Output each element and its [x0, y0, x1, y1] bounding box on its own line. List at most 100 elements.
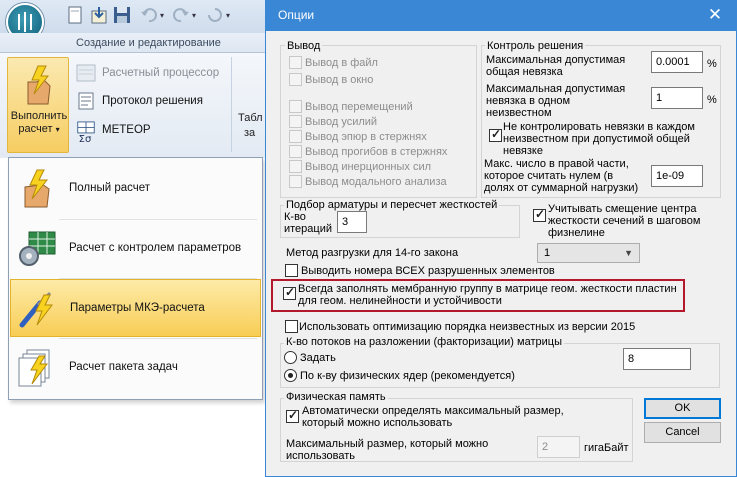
ribbon-item-label: Протокол решения	[102, 95, 203, 107]
dialog-title: Опции	[278, 8, 315, 22]
redo-dropdown-icon[interactable]: ▾	[192, 11, 196, 20]
print-destroyed-elements-checkbox[interactable]	[285, 264, 298, 277]
membrane-group-label: Всегда заполнять мембранную группу в мат…	[298, 283, 677, 307]
optimization-2015-checkbox[interactable]	[285, 320, 298, 333]
ribbon-group-header: Создание и редактирование	[0, 33, 265, 53]
output-inertial-forces-label: Вывод инерционных сил	[305, 161, 432, 173]
menu-item-label: Параметры МКЭ-расчета	[70, 302, 205, 314]
pages-lightning-icon	[18, 349, 50, 387]
screwdriver-lightning-icon	[19, 291, 53, 328]
no-residual-control-checkbox[interactable]	[489, 127, 502, 142]
max-total-residual-label: Максимальная допустимая общая невязка	[486, 54, 626, 78]
unload-method-label: Метод разгрузки для 14-го закона	[286, 247, 459, 259]
no-residual-control-label: Не контролировать невязки в каждом неизв…	[503, 121, 695, 157]
new-document-icon[interactable]	[66, 6, 84, 24]
lightning-hand-icon	[27, 65, 51, 105]
menu-item-full-calculation[interactable]: Полный расчет	[10, 160, 261, 218]
menu-item-label: Расчет пакета задач	[69, 361, 178, 373]
output-bar-deflections-label: Вывод прогибов в стержнях	[305, 146, 448, 158]
output-displacements-label: Вывод перемещений	[305, 101, 413, 113]
undo-dropdown-icon[interactable]: ▾	[160, 11, 164, 20]
percent-sign: %	[707, 58, 717, 70]
output-modal-analysis-label: Вывод модального анализа	[305, 176, 447, 188]
redo-icon[interactable]	[172, 6, 190, 24]
max-single-residual-label: Максимальная допустимая невязка в одном …	[486, 83, 626, 119]
account-shear-center-label: Учитывать смещение центра жесткости сече…	[548, 203, 701, 239]
percent-sign: %	[707, 94, 717, 106]
output-to-window-label: Вывод в окно	[305, 74, 374, 86]
processor-icon	[76, 64, 96, 82]
output-forces-checkbox[interactable]	[289, 115, 302, 128]
output-inertial-forces-checkbox[interactable]	[289, 160, 302, 173]
menu-item-fem-parameters[interactable]: Параметры МКЭ-расчета	[10, 279, 261, 337]
cancel-button[interactable]: Cancel	[644, 422, 721, 443]
application-window: ▾ ▾ ▾ Создание и редактирование Выполнит…	[0, 0, 265, 477]
undo-icon[interactable]	[140, 6, 158, 24]
menu-item-label: Расчет с контролем параметров	[69, 242, 242, 254]
optimization-2015-label: Использовать оптимизацию порядка неизвес…	[299, 321, 636, 333]
tables-label-line1: Табл	[238, 112, 263, 124]
ribbon-item-meteor[interactable]: Σσ МЕТЕОР	[76, 120, 226, 143]
output-to-window-checkbox[interactable]	[289, 73, 302, 86]
run-button-caret: ▾	[55, 125, 60, 134]
gear-table-icon	[19, 231, 56, 266]
ribbon-item-solution-log[interactable]: Протокол решения	[76, 91, 226, 113]
threads-set-label: Задать	[300, 352, 336, 364]
membrane-group-checkbox[interactable]	[283, 285, 296, 300]
save-icon[interactable]	[113, 6, 131, 24]
output-forces-label: Вывод усилий	[305, 116, 378, 128]
menu-item-controlled-calculation[interactable]: Расчет с контролем параметров	[10, 220, 261, 278]
run-calculation-button[interactable]: Выполнить расчет ▾	[7, 57, 69, 153]
auto-max-size-checkbox[interactable]	[286, 408, 299, 423]
ribbon-tables-button[interactable]: Табл за	[231, 57, 265, 152]
sigma-table-icon: Σσ	[77, 121, 95, 143]
chevron-down-icon: ▼	[624, 248, 633, 258]
output-modal-analysis-checkbox[interactable]	[289, 175, 302, 188]
close-button[interactable]: ✕	[703, 4, 727, 26]
ok-button[interactable]: OK	[644, 398, 721, 419]
output-bar-diagrams-checkbox[interactable]	[289, 130, 302, 143]
ribbon-item-calc-processor[interactable]: Расчетный процессор	[76, 63, 226, 85]
threads-by-cores-radio[interactable]	[284, 369, 297, 382]
max-zero-rhs-label: Макс. число в правой части, которое счит…	[484, 158, 639, 194]
auto-max-size-label: Автоматически определять максимальный ра…	[302, 405, 564, 429]
dialog-titlebar[interactable]: Опции ✕	[265, 0, 737, 31]
output-bar-diagrams-label: Вывод эпюр в стержнях	[305, 131, 427, 143]
lightning-hand-icon	[24, 169, 50, 208]
import-icon[interactable]	[90, 6, 108, 24]
ribbon-group-label: Создание и редактирование	[76, 37, 221, 49]
solution-control-group-title: Контроль решения	[485, 40, 586, 52]
menu-item-label: Полный расчет	[69, 182, 151, 194]
threads-group-title: К-во потоков на разложении (факторизации…	[284, 336, 564, 348]
run-calculation-menu: Полный расчет Расчет с контролем парамет…	[8, 157, 263, 400]
physical-memory-group-title: Физическая память	[284, 391, 388, 403]
output-bar-deflections-checkbox[interactable]	[289, 145, 302, 158]
ribbon-item-label: МЕТЕОР	[102, 124, 151, 136]
iterations-label: К-во итераций	[284, 211, 333, 235]
document-icon	[78, 92, 94, 110]
output-displacements-checkbox[interactable]	[289, 100, 302, 113]
account-shear-center-checkbox[interactable]	[533, 207, 546, 222]
iterations-input[interactable]	[337, 211, 367, 233]
max-zero-rhs-input[interactable]	[651, 165, 703, 187]
tables-label-line2: за	[244, 127, 256, 139]
max-size-unit: гигаБайт	[584, 442, 629, 454]
output-to-file-label: Вывод в файл	[305, 57, 378, 69]
max-size-input[interactable]	[537, 436, 580, 458]
threads-by-cores-label: По к-ву физических ядер (рекомендуется)	[300, 370, 515, 382]
unload-method-select[interactable]: 1 ▼	[537, 243, 640, 263]
max-single-residual-input[interactable]	[651, 87, 703, 109]
menu-item-batch-calculation[interactable]: Расчет пакета задач	[10, 339, 261, 397]
max-total-residual-input[interactable]	[651, 51, 703, 73]
print-destroyed-elements-label: Выводить номера ВСЕХ разрушенных элемент…	[301, 265, 555, 277]
output-to-file-checkbox[interactable]	[289, 56, 302, 69]
threads-count-input[interactable]	[623, 348, 691, 370]
max-size-label: Максимальный размер, который можно испол…	[286, 438, 489, 462]
rebar-selection-group-title: Подбор арматуры и пересчет жесткостей	[284, 199, 500, 211]
unload-method-value: 1	[544, 247, 551, 259]
svg-text:Σσ: Σσ	[79, 134, 92, 143]
ribbon-item-label: Расчетный процессор	[102, 67, 220, 79]
qat-overflow-icon[interactable]: ▾	[226, 11, 230, 20]
refresh-icon[interactable]	[206, 6, 224, 24]
threads-set-radio[interactable]	[284, 351, 297, 364]
